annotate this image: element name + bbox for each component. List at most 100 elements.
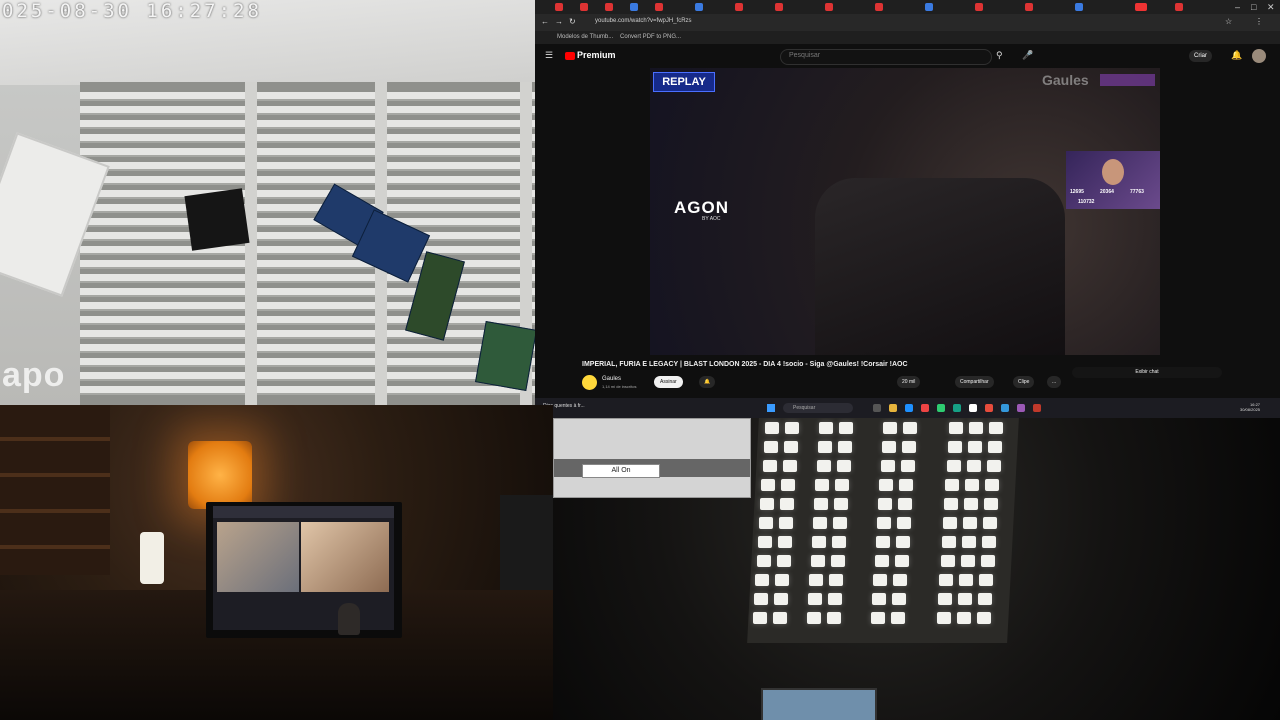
taskbar-app-icon[interactable] [921,404,929,412]
taskbar-app-icon[interactable] [1017,404,1025,412]
taskbar-app-icon[interactable] [969,404,977,412]
avatar[interactable] [1252,49,1266,63]
stream-deck-pad [881,441,896,453]
stream-deck-pad [937,612,951,624]
stream-deck-pad [779,517,793,529]
stream-deck-pad [835,479,850,491]
taskbar-clock[interactable]: 16:27 30/08/2025 [1240,402,1260,412]
bookmark-item[interactable]: Convert PDF to PNG... [620,34,681,40]
clip-label: Clipe [1018,379,1030,385]
search-icon[interactable]: ⚲ [996,50,1003,61]
browser-tab[interactable] [630,3,638,11]
browser-tab[interactable] [875,3,883,11]
browser-tab[interactable] [775,3,783,11]
back-icon[interactable]: ← [541,17,549,26]
show-chat-button[interactable]: Exibir chat [1072,367,1222,378]
minimize-icon[interactable]: – [1235,2,1240,12]
create-button[interactable]: Criar [1189,50,1212,62]
browser-tab[interactable] [655,3,663,11]
youtube-logo-text[interactable]: Premium [577,50,616,60]
browser-tab[interactable] [825,3,833,11]
stream-deck-pad [775,574,790,586]
folder-icon[interactable] [889,404,897,412]
stream-deck-pad [960,555,975,567]
browser-tab[interactable] [1025,3,1033,11]
stream-deck-pad [980,555,995,567]
youtube-search-input[interactable]: Pesquisar [780,49,992,65]
like-button[interactable]: 20 mil [897,376,921,388]
camera-timestamp: 025-08-30 16:27:28 [2,0,262,22]
close-icon[interactable]: ✕ [1267,2,1275,13]
share-button[interactable]: Compartilhar [955,376,994,388]
stream-deck-pad [893,574,908,586]
video-player[interactable]: REPLAY AGON BY AOC Gaules 12695 20364 77… [650,68,1160,355]
taskbar-app-icon[interactable] [953,404,961,412]
stream-deck-pad [965,479,980,491]
stream-deck-pad [874,555,889,567]
youtube-logo-icon[interactable] [565,52,575,60]
taskbar-search-input[interactable]: Pesquisar [783,403,853,413]
notifications-bell-icon[interactable]: 🔔 [1231,50,1242,61]
bookmark-item[interactable]: Modelos de Thumb... [557,34,613,40]
browser-tab[interactable] [1075,3,1083,11]
taskbar-app-icon[interactable] [905,404,913,412]
browser-tab[interactable] [735,3,743,11]
taskbar-app-icon[interactable] [1033,404,1041,412]
forward-icon[interactable]: → [555,17,563,26]
browser-tab[interactable] [605,3,613,11]
sponsor-logo: AGON [674,198,729,217]
stream-deck-pad [989,422,1003,434]
stream-deck-pad [879,479,894,491]
stream-deck-pad [807,612,821,624]
hanging-monitor [184,188,250,251]
taskbar-app-icon[interactable] [937,404,945,412]
stream-deck-pad [761,479,776,491]
stream-deck-pad [877,517,891,529]
stream-deck-pad [875,536,890,548]
browser-window: – □ ✕ ← → ↻ youtube.com/watch?v=fwpJH_fc… [535,0,1280,405]
url-text[interactable]: youtube.com/watch?v=fwpJH_fcRzs [595,18,692,24]
menu-dots-icon[interactable]: ⋮ [1255,17,1263,26]
browser-tab[interactable] [925,3,933,11]
channel-avatar[interactable] [582,375,597,390]
stream-deck-pad [756,555,771,567]
chrome-icon[interactable] [985,404,993,412]
microphone-icon[interactable]: 🎤 [1022,50,1033,61]
browser-tab[interactable] [1175,3,1183,11]
stream-deck-pad [944,498,959,510]
bookshelf [0,405,110,575]
browser-tab[interactable] [555,3,563,11]
bottle [140,532,164,584]
channel-name[interactable]: Gaules [602,376,621,382]
browser-tab[interactable] [695,3,703,11]
stream-deck-pad [834,498,849,510]
stream-deck-pad [777,536,792,548]
taskbar-app-icon[interactable] [873,404,881,412]
subscribe-button[interactable]: Assinar [654,376,683,388]
start-menu-icon[interactable] [767,404,775,412]
light-control-popup: All On [553,418,751,498]
browser-tab-active[interactable] [1135,3,1147,11]
stream-deck-pad [966,460,981,472]
stream-deck-pad [959,574,974,586]
clip-button[interactable]: Clipe [1013,376,1035,388]
camera-gate [80,82,535,405]
all-on-button[interactable]: All On [582,464,660,478]
stream-deck-pad [979,574,994,586]
monitor-browser-bar [213,506,394,518]
maximize-icon[interactable]: □ [1251,2,1256,12]
browser-tab[interactable] [580,3,588,11]
stream-deck-pad [753,612,767,624]
notifications-bell-icon[interactable]: 🔔 [699,376,716,388]
stream-deck-pad [763,441,778,453]
hamburger-menu-icon[interactable]: ☰ [545,50,553,61]
bookmark-star-icon[interactable]: ☆ [1225,17,1232,26]
taskbar-app-icon[interactable] [1001,404,1009,412]
reload-icon[interactable]: ↻ [569,17,576,26]
address-bar[interactable]: ← → ↻ youtube.com/watch?v=fwpJH_fcRzs ☆ … [535,14,1280,31]
more-actions-button[interactable]: ... [1047,376,1062,388]
stream-deck-pad [894,555,909,567]
browser-tab[interactable] [975,3,983,11]
browser-tab-strip: – □ ✕ [535,0,1280,14]
stream-deck-pad [814,498,829,510]
